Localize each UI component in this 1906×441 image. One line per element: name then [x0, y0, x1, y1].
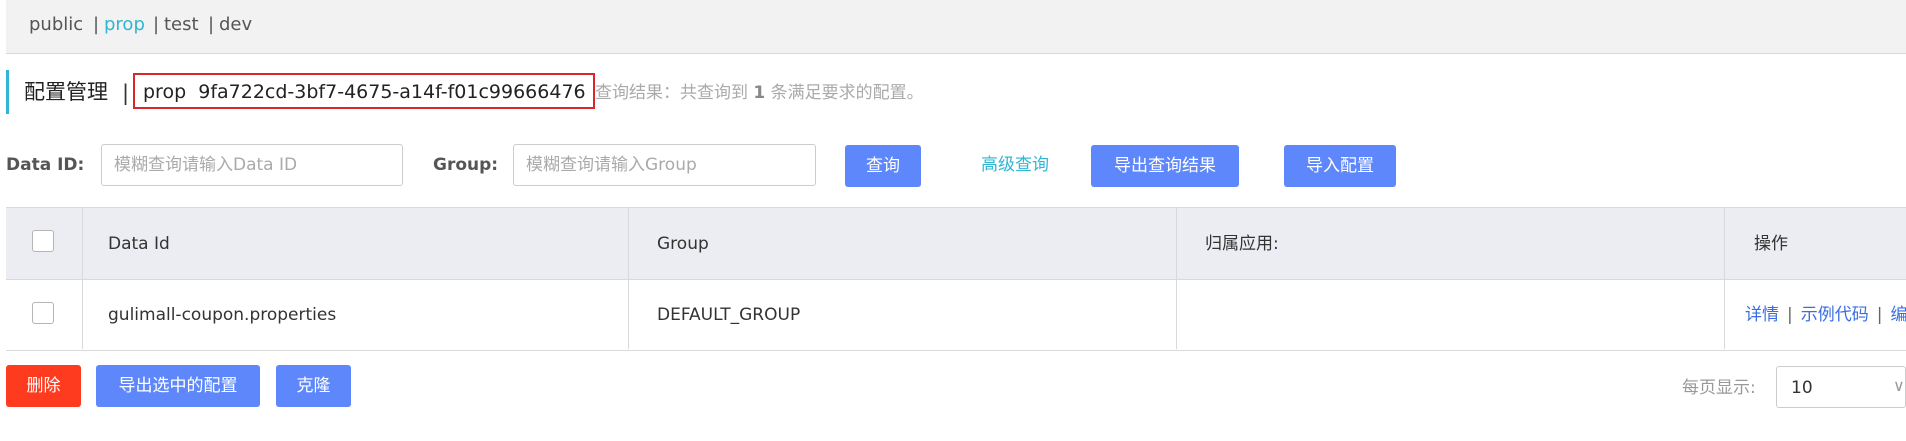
page-title: 配置管理 — [24, 80, 108, 104]
title-divider: | — [122, 81, 130, 105]
table-row: gulimall-coupon.properties DEFAULT_GROUP… — [6, 280, 1906, 349]
query-button[interactable]: 查询 — [845, 145, 921, 187]
namespace-test[interactable]: test — [164, 14, 199, 36]
page-size-value: 10 — [1791, 378, 1813, 398]
advanced-query-link[interactable]: 高级查询 — [981, 153, 1049, 177]
cell-data-id: gulimall-coupon.properties — [108, 305, 337, 325]
row-checkbox[interactable] — [32, 302, 54, 324]
column-header-actions: 操作 — [1754, 234, 1788, 254]
export-selected-button[interactable]: 导出选中的配置 — [96, 365, 260, 407]
row-actions: 详情 | 示例代码 | 编辑 — [1745, 304, 1906, 326]
action-separator: | — [1787, 305, 1793, 325]
result-prefix: 查询结果：共查询到 — [595, 83, 748, 103]
select-all-checkbox[interactable] — [32, 230, 54, 252]
column-divider — [628, 208, 629, 349]
namespace-prop[interactable]: prop — [104, 14, 145, 36]
namespace-id: 9fa722cd-3bf7-4675-a14f-f01c99666476 — [198, 81, 586, 103]
namespace-separator: | — [208, 14, 215, 35]
query-result-summary: 查询结果：共查询到 1 条满足要求的配置。 — [595, 81, 924, 105]
import-config-button[interactable]: 导入配置 — [1284, 145, 1396, 187]
page-size-label: 每页显示: — [1682, 378, 1756, 398]
page-size-select[interactable]: 10 ∨ — [1776, 366, 1906, 408]
column-divider — [82, 208, 83, 349]
group-input[interactable] — [513, 144, 816, 186]
data-id-input[interactable] — [101, 144, 403, 186]
data-id-label: Data ID: — [6, 155, 85, 175]
namespace-dev[interactable]: dev — [219, 14, 252, 36]
namespace-id-highlight: prop 9fa722cd-3bf7-4675-a14f-f01c9966647… — [133, 73, 595, 109]
column-divider — [1724, 208, 1725, 349]
action-separator: | — [1876, 305, 1883, 325]
export-results-button[interactable]: 导出查询结果 — [1091, 145, 1239, 187]
column-header-app: 归属应用: — [1205, 234, 1279, 254]
namespace-bar: public | prop | test | dev — [6, 0, 1906, 54]
group-label: Group: — [433, 155, 499, 175]
column-header-group: Group — [657, 234, 709, 254]
result-count: 1 — [753, 83, 766, 103]
cell-group: DEFAULT_GROUP — [657, 305, 801, 325]
details-link[interactable]: 详情 — [1745, 305, 1779, 325]
column-header-data-id: Data Id — [108, 234, 170, 254]
config-table: Data Id Group 归属应用: 操作 gulimall-coupon.p… — [6, 207, 1906, 351]
delete-button[interactable]: 删除 — [6, 365, 81, 407]
edit-link[interactable]: 编辑 — [1890, 305, 1906, 325]
table-header: Data Id Group 归属应用: 操作 — [6, 208, 1906, 280]
result-suffix: 条满足要求的配置。 — [770, 83, 924, 103]
sample-code-link[interactable]: 示例代码 — [1801, 305, 1869, 325]
title-accent-bar — [6, 70, 9, 114]
namespace-separator: | — [93, 14, 100, 35]
namespace-public[interactable]: public — [29, 14, 83, 36]
chevron-down-icon: ∨ — [1893, 376, 1905, 395]
namespace-id-text: prop 9fa722cd-3bf7-4675-a14f-f01c9966647… — [143, 80, 586, 104]
column-divider — [1176, 208, 1177, 349]
namespace-separator: | — [153, 14, 160, 35]
clone-button[interactable]: 克隆 — [276, 365, 351, 407]
namespace-name: prop — [143, 81, 187, 103]
